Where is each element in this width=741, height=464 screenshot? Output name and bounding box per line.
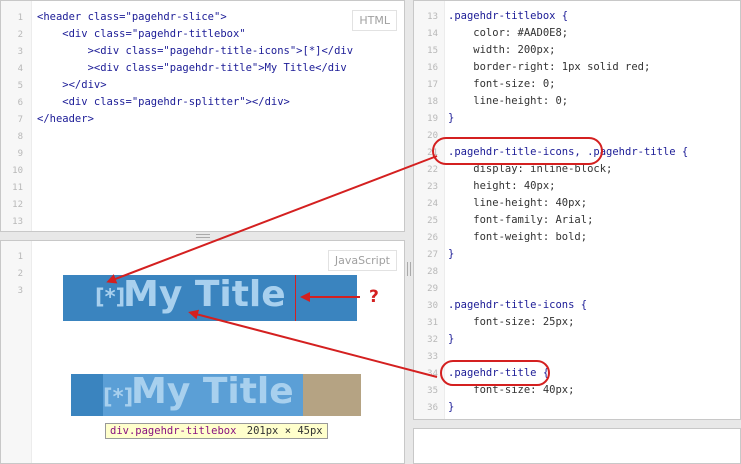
line-number: 4 xyxy=(17,64,23,74)
line-number: 17 xyxy=(427,80,438,90)
line-number: 2 xyxy=(17,30,23,40)
line-number: 7 xyxy=(17,115,23,125)
html-panel-label: HTML xyxy=(352,10,397,31)
inspector-tooltip: div.pagehdr-titlebox 201px × 45px xyxy=(105,423,328,439)
html-code-line[interactable]: <header class="pagehdr-slice"> xyxy=(37,9,227,26)
line-number: 25 xyxy=(427,216,438,226)
console-panel[interactable] xyxy=(413,428,741,464)
js-panel-label: JavaScript xyxy=(327,250,397,271)
css-code-line[interactable]: } xyxy=(448,331,454,348)
js-gutter: 1 2 3 xyxy=(1,241,32,463)
line-number: 16 xyxy=(427,63,438,73)
css-code-line[interactable]: font-size: 25px; xyxy=(448,314,574,331)
line-number: 28 xyxy=(427,267,438,277)
css-code-line[interactable]: border-right: 1px solid red; xyxy=(448,59,650,76)
html-code-line[interactable]: </header> xyxy=(37,111,94,128)
vertical-splitter-handle[interactable] xyxy=(405,0,413,464)
question-mark: ? xyxy=(369,287,379,307)
line-number: 10 xyxy=(12,166,23,176)
panel-splitter-handle[interactable] xyxy=(0,232,404,240)
css-code-line[interactable]: font-weight: bold; xyxy=(448,229,587,246)
css-code-line[interactable]: font-size: 40px; xyxy=(448,382,574,399)
line-number: 2 xyxy=(17,269,23,279)
title-icons-text: [*] xyxy=(95,285,126,309)
margin-highlight xyxy=(303,374,361,416)
line-number: 9 xyxy=(17,149,23,159)
line-number: 36 xyxy=(427,403,438,413)
html-gutter: 1 2 3 4 5 6 7 8 9 10 11 12 13 xyxy=(1,1,32,231)
line-number: 15 xyxy=(427,46,438,56)
css-code-line[interactable]: display: inline-block; xyxy=(448,161,612,178)
line-number: 14 xyxy=(427,29,438,39)
html-code-line[interactable]: <div class="pagehdr-splitter"></div> xyxy=(37,94,290,111)
css-code-line[interactable]: line-height: 0; xyxy=(448,93,568,110)
css-code-line[interactable]: .pagehdr-title { xyxy=(448,365,549,382)
css-code-line[interactable]: .pagehdr-title-icons { xyxy=(448,297,587,314)
css-code-line[interactable]: line-height: 40px; xyxy=(448,195,587,212)
line-number: 13 xyxy=(12,217,23,227)
line-number: 33 xyxy=(427,352,438,362)
css-panel[interactable]: 13 14 15 16 17 18 19 20 21 22 23 24 25 2… xyxy=(413,0,741,420)
html-code-line[interactable]: ></div> xyxy=(37,77,106,94)
line-number: 12 xyxy=(12,200,23,210)
html-code-line[interactable]: <div class="pagehdr-titlebox" xyxy=(37,26,245,43)
line-number: 5 xyxy=(17,81,23,91)
css-code-line[interactable]: font-family: Arial; xyxy=(448,212,593,229)
line-number: 3 xyxy=(17,47,23,57)
line-number: 23 xyxy=(427,182,438,192)
line-number: 35 xyxy=(427,386,438,396)
line-number: 11 xyxy=(12,183,23,193)
red-border-line xyxy=(295,275,296,321)
line-number: 31 xyxy=(427,318,438,328)
css-code-line[interactable]: .pagehdr-title-icons, .pagehdr-title { xyxy=(448,144,688,161)
line-number: 32 xyxy=(427,335,438,345)
line-number: 27 xyxy=(427,250,438,260)
css-code-line[interactable]: color: #AAD0E8; xyxy=(448,25,568,42)
line-number: 26 xyxy=(427,233,438,243)
line-number: 1 xyxy=(17,13,23,23)
line-number: 34 xyxy=(427,369,438,379)
css-code-line[interactable]: font-size: 0; xyxy=(448,76,555,93)
css-code-line[interactable]: } xyxy=(448,399,454,416)
title-icons-text: [*] xyxy=(103,385,134,409)
line-number: 21 xyxy=(427,148,438,158)
css-code-line[interactable]: height: 40px; xyxy=(448,178,555,195)
rendered-titlebox[interactable]: [*] My Title xyxy=(63,274,357,321)
title-text: My Title xyxy=(131,371,294,412)
line-number: 30 xyxy=(427,301,438,311)
result-panel[interactable]: 1 2 3 JavaScript [*] My Title ? [*] My T… xyxy=(0,240,405,464)
line-number: 22 xyxy=(427,165,438,175)
line-number: 13 xyxy=(427,12,438,22)
line-number: 20 xyxy=(427,131,438,141)
css-code-line[interactable]: } xyxy=(448,110,454,127)
line-number: 18 xyxy=(427,97,438,107)
line-number: 6 xyxy=(17,98,23,108)
line-number: 1 xyxy=(17,252,23,262)
css-code-line[interactable]: .pagehdr-titlebox { xyxy=(448,8,568,25)
css-gutter: 13 14 15 16 17 18 19 20 21 22 23 24 25 2… xyxy=(414,1,445,419)
line-number: 29 xyxy=(427,284,438,294)
html-code-line[interactable]: ><div class="pagehdr-title">My Title</di… xyxy=(37,60,347,77)
css-code-line[interactable]: width: 200px; xyxy=(448,42,555,59)
tooltip-selector: div.pagehdr-titlebox xyxy=(110,425,237,437)
line-number: 19 xyxy=(427,114,438,124)
line-number: 24 xyxy=(427,199,438,209)
line-number: 8 xyxy=(17,132,23,142)
tooltip-size: 201px × 45px xyxy=(246,425,323,437)
css-code-line[interactable]: } xyxy=(448,246,454,263)
html-panel[interactable]: 1 2 3 4 5 6 7 8 9 10 11 12 13 <header cl… xyxy=(0,0,405,232)
html-code-line[interactable]: ><div class="pagehdr-title-icons">[*]</d… xyxy=(37,43,354,60)
line-number: 3 xyxy=(17,286,23,296)
title-text: My Title xyxy=(123,274,286,315)
inspected-titlebox[interactable]: [*] My Title xyxy=(71,371,361,416)
